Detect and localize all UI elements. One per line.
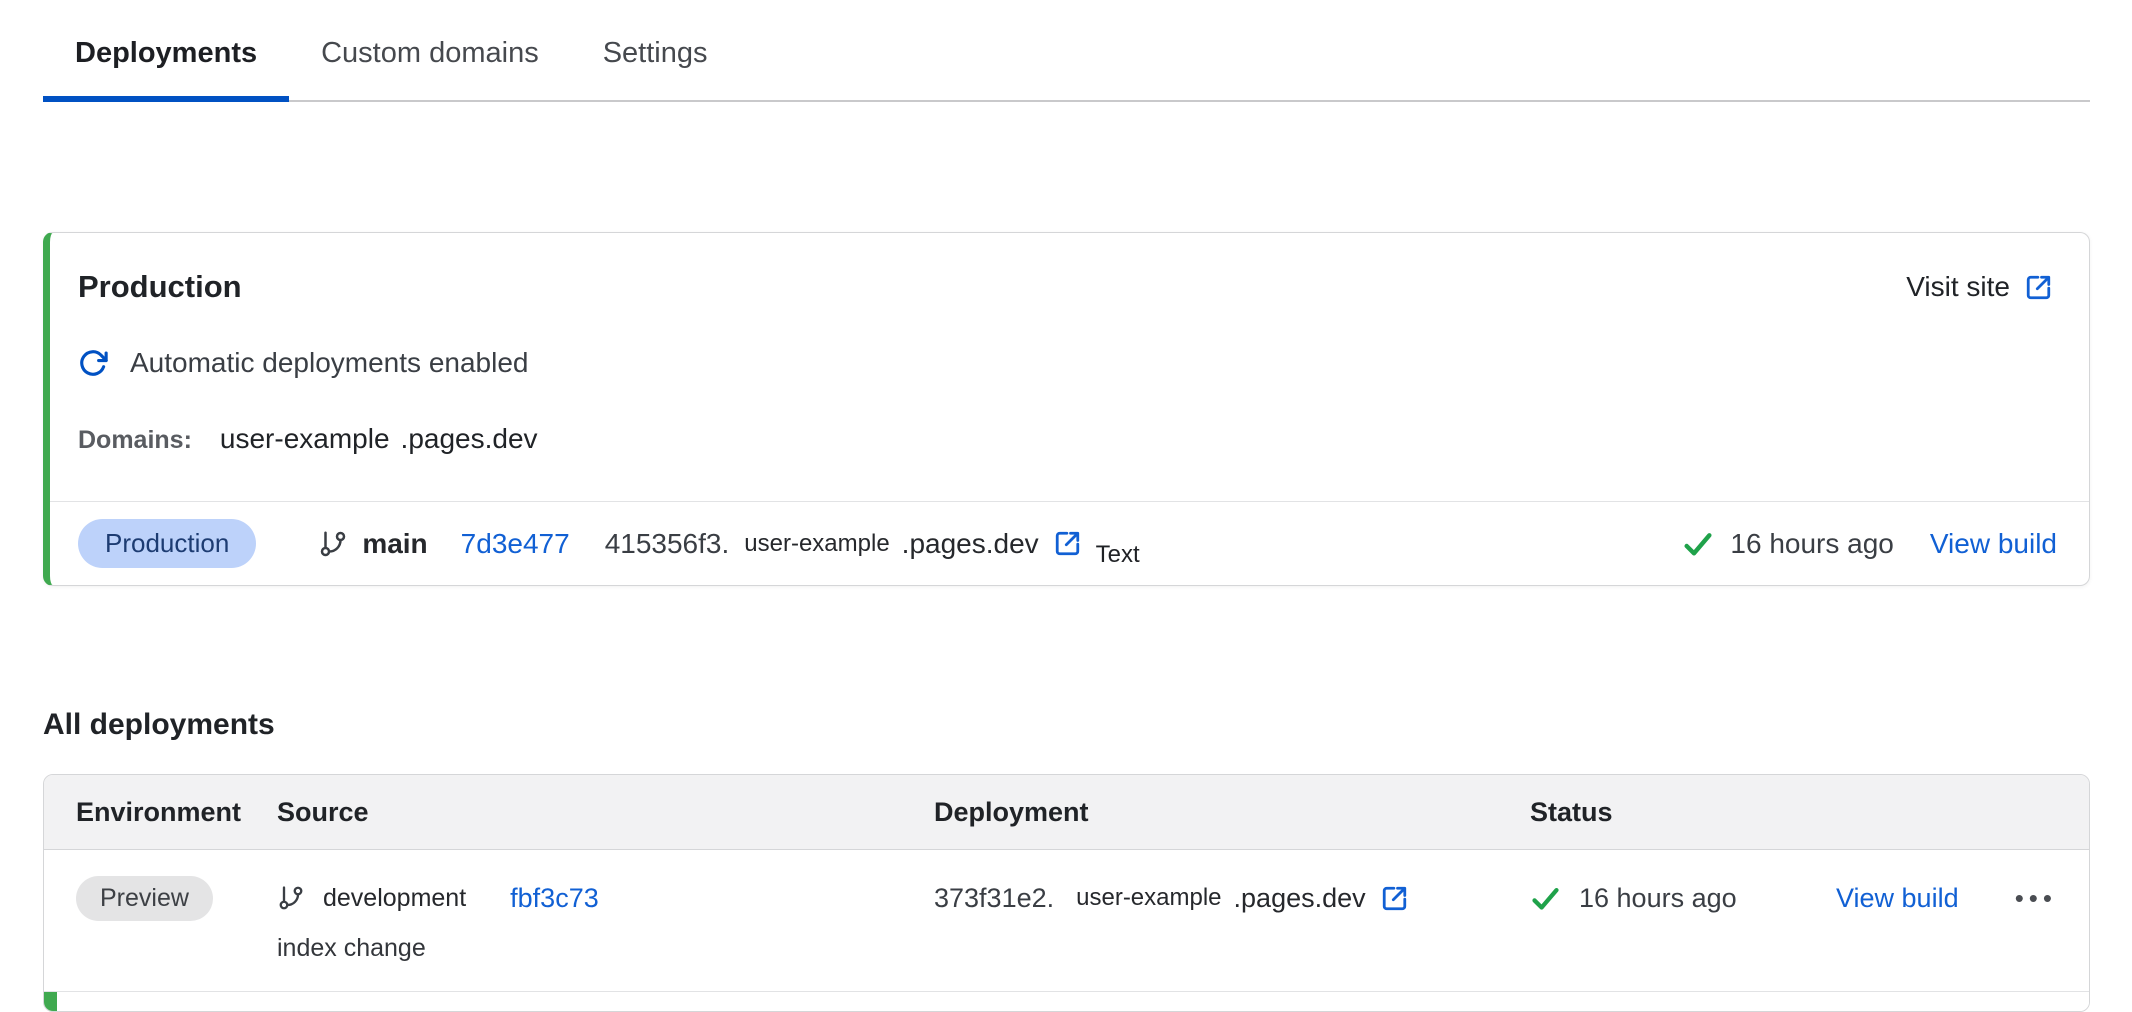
domains-label: Domains: — [78, 426, 192, 455]
visit-site-link[interactable]: Visit site — [1906, 271, 2053, 303]
domains-row: Domains: user-example .pages.dev — [78, 423, 2053, 501]
deployment-suffix: .pages.dev — [902, 528, 1039, 560]
commit-message: index change — [277, 934, 934, 963]
branch-name: development — [323, 884, 466, 913]
deployment-status: 16 hours ago View build — [1682, 528, 2057, 560]
source-cell: development fbf3c73 index change — [277, 874, 934, 963]
branch-name: main — [362, 528, 427, 560]
automatic-deployments-text: Automatic deployments enabled — [130, 347, 528, 379]
view-build-link[interactable]: View build — [1930, 528, 2057, 560]
column-header-deployment: Deployment — [934, 797, 1530, 828]
deployment-id: 373f31e2. — [934, 883, 1054, 914]
column-header-status: Status — [1530, 797, 1836, 828]
project-tab-bar: Deployments Custom domains Settings — [43, 0, 2090, 102]
deployment-cell: 373f31e2. user-example .pages.dev — [934, 874, 1530, 922]
git-branch-icon — [318, 529, 348, 559]
environment-badge-production: Production — [78, 519, 256, 568]
check-icon — [1530, 883, 1561, 914]
deployment-time: 16 hours ago — [1579, 883, 1737, 914]
table-header-row: Environment Source Deployment Status — [44, 775, 2089, 850]
all-deployments-title: All deployments — [43, 708, 2090, 742]
git-branch-icon — [277, 884, 305, 912]
external-link-icon[interactable] — [1053, 529, 1082, 558]
production-deployment-row: Production main 7d3e477 415356f3. user-e… — [50, 501, 2089, 585]
production-title: Production — [78, 269, 242, 305]
production-card-body: Production Visit site — [50, 233, 2089, 501]
visit-site-label: Visit site — [1906, 271, 2010, 303]
status-cell: 16 hours ago — [1530, 874, 1836, 922]
deployment-host: user-example — [744, 530, 889, 558]
commit-hash-link[interactable]: fbf3c73 — [510, 883, 599, 914]
column-header-environment: Environment — [76, 797, 277, 828]
view-build-link[interactable]: View build — [1836, 883, 1959, 914]
tab-settings[interactable]: Settings — [571, 0, 740, 100]
check-icon — [1682, 528, 1714, 560]
next-row-peek — [44, 991, 2089, 1011]
commit-hash-link[interactable]: 7d3e477 — [461, 528, 570, 560]
environment-cell: Preview — [76, 874, 277, 922]
column-header-source: Source — [277, 797, 934, 828]
production-card: Production Visit site — [43, 232, 2090, 586]
automatic-deployments-status: Automatic deployments enabled — [78, 347, 2053, 379]
external-link-icon[interactable] — [1380, 884, 1409, 913]
deployment-id: 415356f3. — [605, 528, 730, 560]
deployment-host: user-example — [1076, 884, 1221, 912]
production-card-header: Production Visit site — [78, 269, 2053, 305]
refresh-icon — [78, 348, 108, 378]
production-accent-bar — [44, 992, 57, 1012]
all-deployments-table: Environment Source Deployment Status Pre… — [43, 774, 2090, 1012]
external-link-icon — [2024, 273, 2053, 302]
domain-suffix: .pages.dev — [401, 423, 538, 455]
deployment-time: 16 hours ago — [1730, 528, 1893, 560]
deployment-suffix: .pages.dev — [1234, 883, 1366, 914]
actions-cell: View build ••• — [1836, 874, 2057, 922]
row-menu-ellipsis-icon[interactable]: ••• — [2015, 874, 2057, 922]
text-annotation: Text — [1096, 541, 1140, 569]
tab-deployments[interactable]: Deployments — [43, 0, 289, 100]
pages-project-page: Deployments Custom domains Settings Prod… — [0, 0, 2132, 1012]
tab-custom-domains[interactable]: Custom domains — [289, 0, 571, 100]
table-row: Preview development fbf3c73 — [44, 850, 2089, 991]
environment-badge-preview: Preview — [76, 876, 213, 921]
domain-host: user-example — [220, 423, 390, 455]
